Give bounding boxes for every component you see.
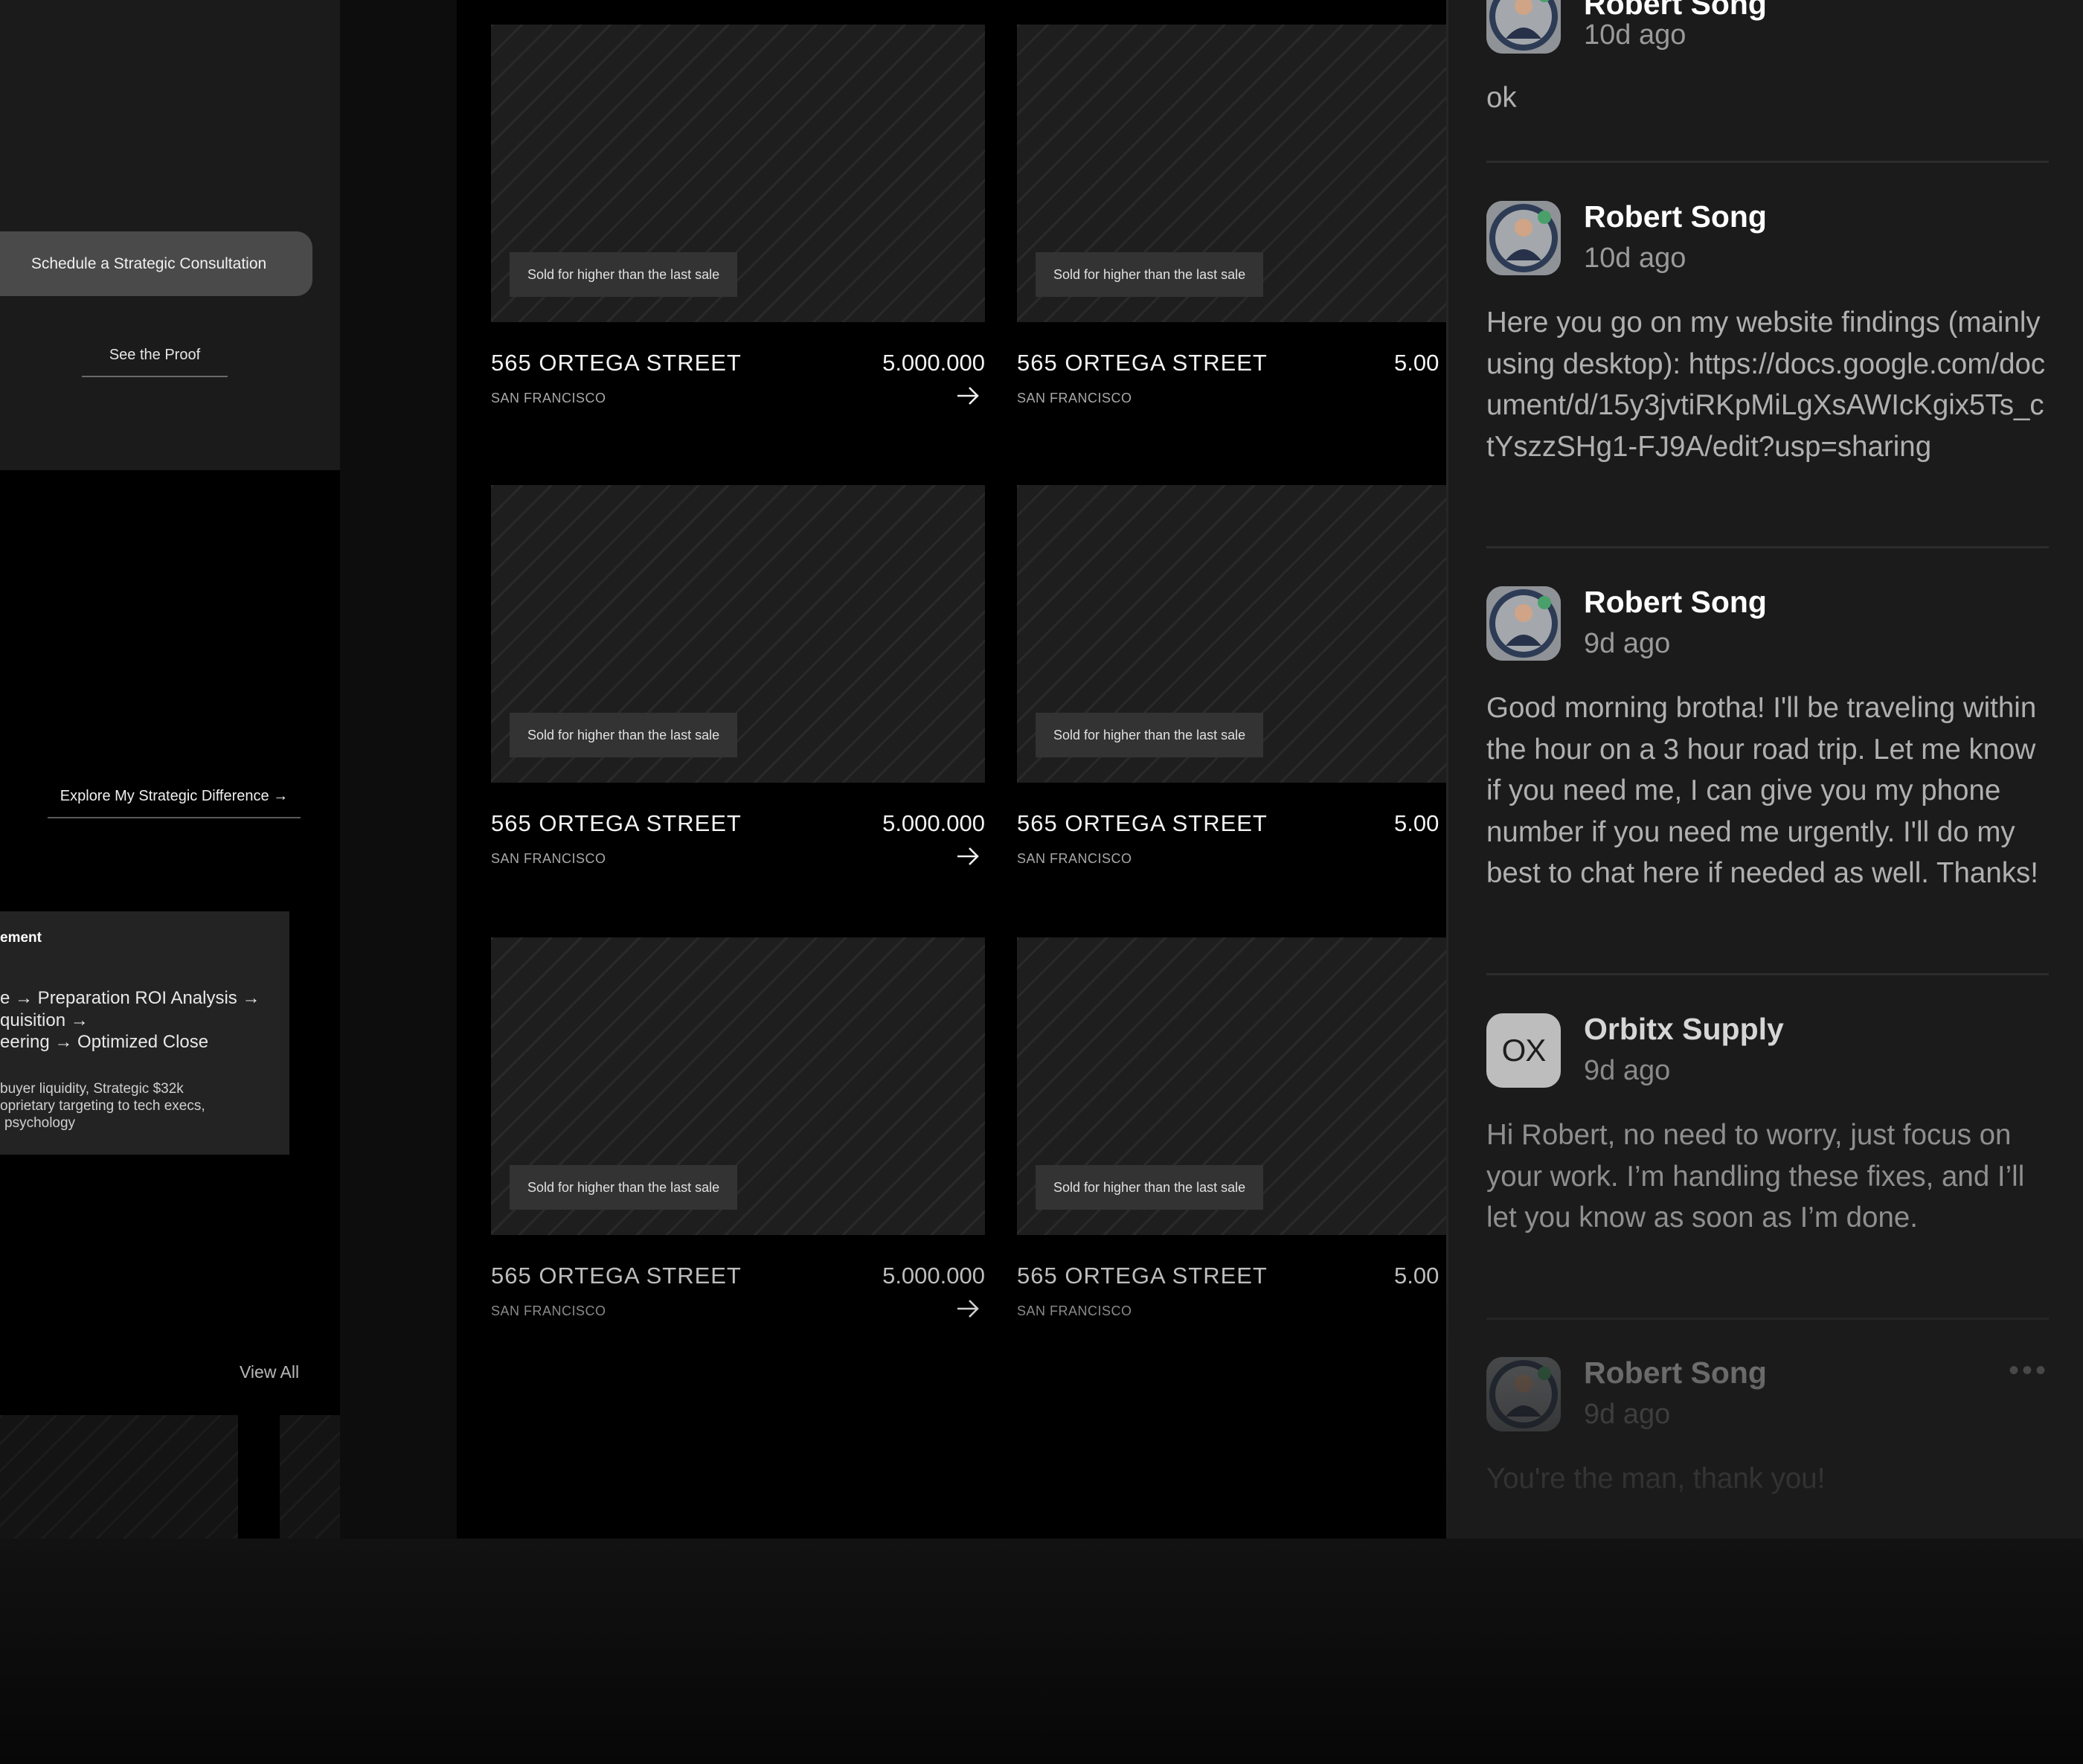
- listing-price: 5.00: [1394, 810, 1440, 836]
- strategy-card-detail: oprietary targeting to tech execs,: [0, 1098, 205, 1114]
- listing-street: 565 ORTEGA STREET: [491, 1263, 742, 1289]
- bottom-backdrop: [0, 1539, 2083, 1764]
- left-bottom-divider: [238, 1415, 280, 1539]
- avatar-initials: OX: [1501, 1033, 1547, 1068]
- listings-grid: Sold for higher than the last sale 565 O…: [457, 0, 1446, 1539]
- message-sender: Robert Song: [1584, 199, 1767, 234]
- avatar-photo-icon: [1486, 201, 1561, 275]
- chat-panel[interactable]: Robert Song 10d ago ok Robert Song 10d a…: [1446, 0, 2083, 1539]
- message-body: Hi Robert, no need to worry, just focus …: [1486, 1119, 2025, 1234]
- message-divider: [1486, 161, 2049, 163]
- robert-song-avatar[interactable]: [1486, 0, 1561, 54]
- message-sender: Robert Song: [1584, 0, 1767, 21]
- message-time: 9d ago: [1584, 628, 1671, 659]
- sold-badge: Sold for higher than the last sale: [510, 713, 738, 757]
- arrow-right-icon[interactable]: [955, 844, 980, 869]
- listing-price: 5.000.000: [882, 1263, 985, 1289]
- left-bottom-pattern: [0, 1415, 340, 1539]
- avatar-photo-icon: [1486, 0, 1561, 54]
- message-body: You're the man, thank you!: [1486, 1463, 1826, 1495]
- view-all-link[interactable]: View All: [240, 1362, 299, 1382]
- listing-street: 565 ORTEGA STREET: [491, 810, 742, 836]
- message-divider: [1486, 973, 2049, 975]
- orbitx-supply-avatar[interactable]: OX: [1486, 1013, 1561, 1088]
- sold-badge: Sold for higher than the last sale: [510, 252, 738, 297]
- message-divider: [1486, 546, 2049, 548]
- sold-badge: Sold for higher than the last sale: [510, 1165, 738, 1210]
- listing-price: 5.00: [1394, 350, 1440, 376]
- message-time: 10d ago: [1584, 19, 1686, 51]
- strategy-card-line: e → Preparation ROI Analysis →: [0, 988, 260, 1008]
- robert-song-avatar[interactable]: [1486, 201, 1561, 275]
- arrow-right-icon[interactable]: [955, 383, 980, 408]
- message-time: 9d ago: [1584, 1055, 1671, 1086]
- message-sender: Robert Song: [1584, 585, 1767, 619]
- listing-price: 5.000.000: [882, 350, 985, 376]
- message-time: 10d ago: [1584, 243, 1686, 274]
- listing-city: SAN FRANCISCO: [1017, 1303, 1132, 1318]
- sold-badge: Sold for higher than the last sale: [1036, 713, 1264, 757]
- schedule-consultation-button[interactable]: Schedule a Strategic Consultation: [0, 231, 312, 296]
- strategy-card-detail: buyer liquidity, Strategic $32k: [0, 1081, 184, 1097]
- robert-song-avatar[interactable]: [1486, 1357, 1561, 1431]
- strategy-card-line: quisition →: [0, 1010, 89, 1030]
- listing-price: 5.00: [1394, 1263, 1440, 1289]
- see-proof-link[interactable]: See the Proof: [82, 347, 228, 377]
- arrow-right-icon[interactable]: [955, 1296, 980, 1321]
- listing-price: 5.000.000: [882, 810, 985, 836]
- sold-badge: Sold for higher than the last sale: [1036, 252, 1264, 297]
- listing-street: 565 ORTEGA STREET: [1017, 350, 1268, 376]
- message-body: Good morning brotha! I'll be traveling w…: [1486, 692, 2038, 889]
- listing-city: SAN FRANCISCO: [491, 1303, 606, 1318]
- message-body: ok: [1486, 82, 1517, 114]
- listing-street: 565 ORTEGA STREET: [1017, 1263, 1268, 1289]
- listing-city: SAN FRANCISCO: [491, 391, 606, 405]
- robert-song-avatar[interactable]: [1486, 586, 1561, 661]
- message-body: Here you go on my website findings (main…: [1486, 307, 2046, 463]
- strategy-card-title: ement: [0, 930, 42, 946]
- message-divider: [1486, 1318, 2049, 1320]
- listing-city: SAN FRANCISCO: [1017, 851, 1132, 866]
- listing-street: 565 ORTEGA STREET: [1017, 810, 1268, 836]
- listing-city: SAN FRANCISCO: [1017, 391, 1132, 405]
- strategy-card-detail: psychology: [4, 1115, 76, 1131]
- screen: Schedule a Strategic Consultation See th…: [0, 0, 2083, 1764]
- message-sender: Orbitx Supply: [1584, 1012, 1784, 1046]
- more-options-icon[interactable]: •••: [2009, 1354, 2049, 1388]
- strategy-card-line: eering → Optimized Close: [0, 1032, 209, 1052]
- sold-badge: Sold for higher than the last sale: [1036, 1165, 1264, 1210]
- message-time: 9d ago: [1584, 1399, 1671, 1430]
- listing-street: 565 ORTEGA STREET: [491, 350, 742, 376]
- avatar-photo-icon: [1486, 1357, 1561, 1431]
- avatar-photo-icon: [1486, 586, 1561, 661]
- message-sender: Robert Song: [1584, 1356, 1767, 1390]
- listing-city: SAN FRANCISCO: [491, 851, 606, 866]
- left-panel: Schedule a Strategic Consultation See th…: [0, 0, 340, 1539]
- explore-difference-link[interactable]: Explore My Strategic Difference →: [48, 788, 301, 818]
